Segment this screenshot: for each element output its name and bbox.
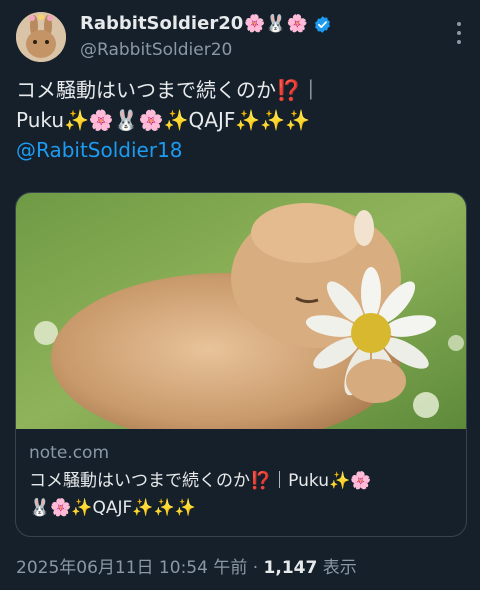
display-name-row[interactable]: RabbitSoldier20 🌸🐰🌸 — [80, 12, 332, 36]
mention-link[interactable]: @RabitSoldier18 — [16, 135, 466, 165]
card-title-line-2: 🐰🌸✨QAJF✨✨✨ — [29, 498, 196, 518]
tweet-meta: 2025年06月11日 10:54 午前 · 1,147 表示 — [16, 553, 357, 578]
user-handle[interactable]: @RabbitSoldier20 — [80, 38, 332, 62]
tweet-line-1: コメ騒動はいつまで続くのか⁉️｜ — [16, 78, 321, 102]
tweet-text: コメ騒動はいつまで続くのか⁉️｜ Puku✨🌸🐰🌸✨QAJF✨✨✨ @Rabit… — [16, 75, 466, 165]
verified-badge-icon — [314, 15, 330, 33]
name-emojis: 🌸🐰🌸 — [244, 14, 308, 34]
timestamp[interactable]: 2025年06月11日 10:54 午前 — [16, 558, 247, 578]
rabbit-with-daisy-image — [16, 193, 466, 429]
card-title: コメ騒動はいつまで続くのか⁉️｜Puku✨🌸 🐰🌸✨QAJF✨✨✨ — [29, 468, 454, 522]
card-domain: note.com — [29, 443, 110, 463]
avatar[interactable] — [16, 12, 66, 62]
tweet-line-2: Puku✨🌸🐰🌸✨QAJF✨✨✨ — [16, 108, 311, 132]
meta-separator: · — [247, 558, 264, 578]
more-options-icon[interactable] — [456, 22, 462, 44]
display-name[interactable]: RabbitSoldier20 — [80, 12, 243, 36]
rabbit-avatar-icon — [16, 12, 66, 62]
card-title-line-1: コメ騒動はいつまで続くのか⁉️｜Puku✨🌸 — [29, 471, 372, 491]
link-card[interactable]: note.com コメ騒動はいつまで続くのか⁉️｜Puku✨🌸 🐰🌸✨QAJF✨… — [15, 192, 467, 537]
views-count: 1,147 — [263, 558, 318, 578]
views-label: 表示 — [317, 558, 357, 578]
